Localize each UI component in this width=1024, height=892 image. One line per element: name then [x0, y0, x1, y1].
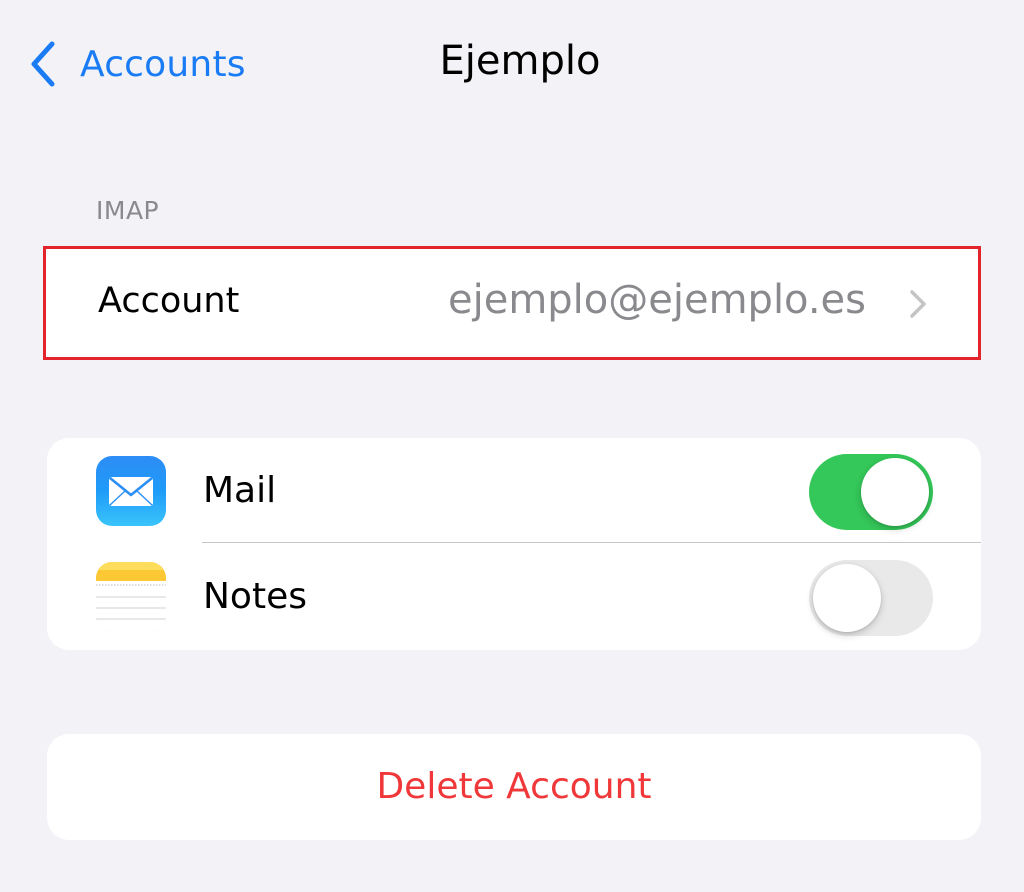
- notes-toggle-switch[interactable]: [809, 560, 933, 636]
- navigation-bar: Accounts Ejemplo: [0, 0, 1024, 130]
- toggle-row-mail: Mail: [47, 438, 981, 544]
- mail-toggle-label: Mail: [203, 470, 277, 511]
- switch-knob: [813, 564, 881, 632]
- app-toggles-group: Mail Notes: [47, 438, 981, 650]
- account-row-label: Account: [98, 281, 240, 321]
- delete-account-label: Delete Account: [376, 766, 652, 807]
- chevron-right-icon: [910, 290, 926, 318]
- page-title: Ejemplo: [439, 38, 601, 84]
- mail-icon: [96, 456, 166, 526]
- account-row[interactable]: Account ejemplo@ejemplo.es: [43, 246, 981, 360]
- notes-toggle-label: Notes: [203, 576, 307, 617]
- delete-account-button[interactable]: Delete Account: [47, 734, 981, 840]
- section-header-imap: IMAP: [96, 196, 160, 225]
- switch-knob: [861, 458, 929, 526]
- mail-toggle-switch[interactable]: [809, 454, 933, 530]
- notes-icon: [96, 562, 166, 632]
- account-email-value: ejemplo@ejemplo.es: [447, 277, 866, 323]
- toggle-row-notes: Notes: [47, 544, 981, 650]
- row-divider: [202, 542, 981, 543]
